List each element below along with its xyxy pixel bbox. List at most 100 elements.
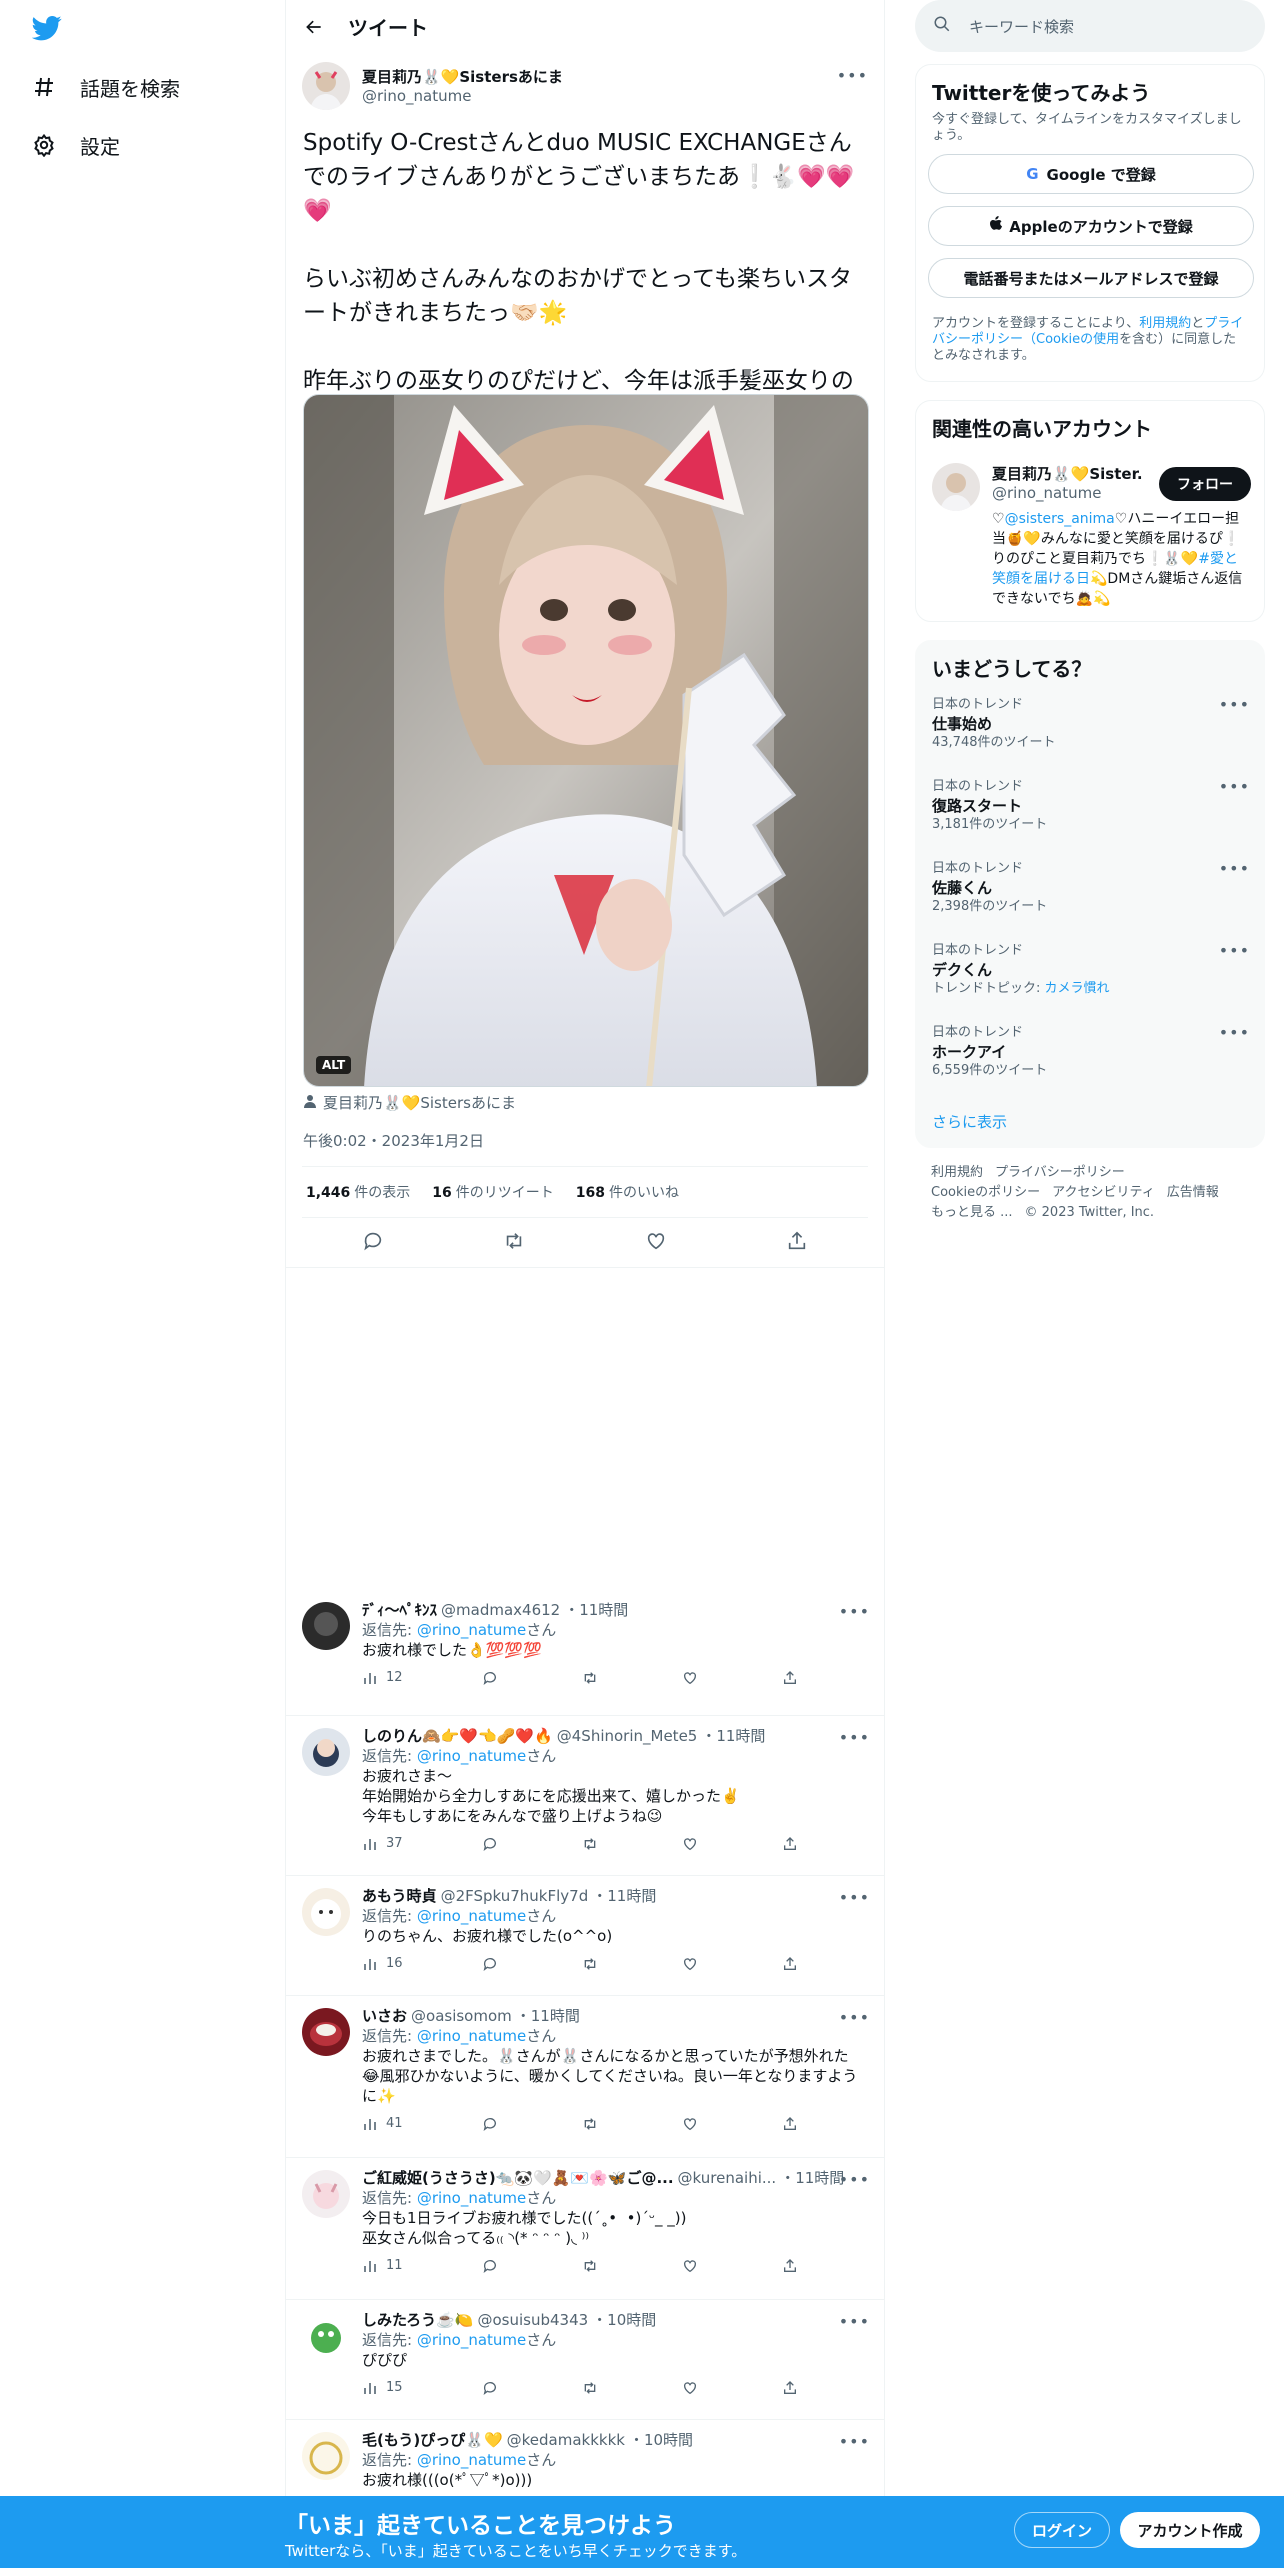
like-icon[interactable]	[682, 1956, 782, 1972]
tweet-photo[interactable]: ALT	[303, 394, 869, 1087]
share-icon[interactable]	[782, 1836, 798, 1852]
back-arrow-icon[interactable]	[296, 9, 332, 45]
nav-settings[interactable]: 設定	[30, 119, 120, 171]
retweet-icon[interactable]	[582, 2258, 682, 2274]
footer-cookie-link[interactable]: Cookieのポリシー	[931, 1185, 1040, 1200]
reply-item[interactable]: ご紅威姫(うさうさ)🐀🐼🤍🧸💌🌸🦋ご@... @kurenaihi... ・11時間…	[286, 2158, 884, 2300]
reply-author-name[interactable]: ﾃﾞｨ〜ﾍﾟｷﾝｽ	[362, 1600, 437, 1620]
reply-item[interactable]: しのりん🙈👉❤️👈🥜❤️🔥 @4Shinorin_Mete5 ・11時間 返信先: …	[286, 1716, 884, 1876]
google-signup-button[interactable]: G Google で登録	[928, 154, 1254, 194]
share-icon[interactable]	[782, 2380, 798, 2396]
reply-item[interactable]: あもう時貞 @2FSpku7hukFly7d ・11時間 返信先: @rino_na…	[286, 1876, 884, 1996]
reply-icon[interactable]	[482, 1836, 582, 1852]
retweet-icon[interactable]	[582, 2116, 682, 2132]
reply-avatar[interactable]	[302, 1728, 350, 1776]
more-options-icon[interactable]: •••	[839, 1888, 870, 1907]
share-icon[interactable]	[782, 1670, 798, 1686]
reply-author-name[interactable]: いさお	[362, 2006, 407, 2026]
reply-item[interactable]: しみたろう☕️🍋 @osuisub4343 ・10時間 返信先: @rino_nat…	[286, 2300, 884, 2420]
phone-signup-button[interactable]: 電話番号またはメールアドレスで登録	[928, 258, 1254, 298]
views-icon[interactable]: 37	[362, 1834, 482, 1854]
views-icon[interactable]: 41	[362, 2114, 482, 2134]
terms-link[interactable]: 利用規約	[1139, 316, 1191, 331]
reply-to-link[interactable]: @rino_natume	[417, 2451, 526, 2469]
reply-time[interactable]: ・10時間	[592, 2310, 656, 2330]
reply-time[interactable]: ・10時間	[629, 2430, 693, 2450]
trend-item[interactable]: 日本のトレンド デクくん トレンドトピック: カメラ慣れ •••	[932, 942, 1250, 998]
share-icon[interactable]	[782, 2258, 798, 2274]
reply-author-handle[interactable]: @4Shinorin_Mete5	[557, 1726, 698, 1746]
author-handle[interactable]: @rino_natume	[362, 87, 563, 105]
footer-more-link[interactable]: もっと見る ...	[931, 1205, 1013, 1220]
reply-author-name[interactable]: しのりん🙈👉❤️👈🥜❤️🔥	[362, 1726, 553, 1746]
more-options-icon[interactable]: •••	[1219, 860, 1250, 878]
reply-author-handle[interactable]: @osuisub4343	[477, 2310, 588, 2330]
views-icon[interactable]: 12	[362, 1668, 482, 1688]
views-icon[interactable]: 15	[362, 2378, 482, 2398]
nav-explore[interactable]: 話題を検索	[30, 61, 180, 113]
reply-author-handle[interactable]: @madmax4612	[441, 1600, 560, 1620]
reply-author-handle[interactable]: @kurenaihi...	[678, 2168, 777, 2188]
trend-item[interactable]: 日本のトレンド 佐藤くん 2,398件のツイート •••	[932, 860, 1250, 916]
login-button[interactable]: ログイン	[1014, 2512, 1110, 2548]
reply-author-name[interactable]: しみたろう☕️🍋	[362, 2310, 473, 2330]
reply-to-link[interactable]: @rino_natume	[417, 1907, 526, 1925]
reply-author-name[interactable]: あもう時貞	[362, 1886, 437, 1906]
reply-time[interactable]: ・11時間	[564, 1600, 628, 1620]
author-display-name[interactable]: 夏目莉乃🐰💛Sistersあにま	[362, 66, 563, 87]
like-icon[interactable]	[645, 1230, 667, 1256]
like-icon[interactable]	[682, 1670, 782, 1686]
reply-avatar[interactable]	[302, 2170, 350, 2218]
search-input[interactable]: キーワード検索	[969, 16, 1074, 37]
like-icon[interactable]	[682, 2258, 782, 2274]
reply-item[interactable]: いさお @oasisomom ・11時間 返信先: @rino_natumeさん お…	[286, 1996, 884, 2158]
reply-to-link[interactable]: @rino_natume	[417, 2189, 526, 2207]
tweet-timestamp[interactable]: 午後0:02・2023年1月2日	[303, 1130, 484, 1151]
follow-button[interactable]: フォロー	[1159, 467, 1251, 501]
signup-button[interactable]: アカウント作成	[1120, 2512, 1260, 2548]
reply-time[interactable]: ・11時間	[516, 2006, 580, 2026]
reply-avatar[interactable]	[302, 2312, 350, 2360]
share-icon[interactable]	[782, 2116, 798, 2132]
reply-author-handle[interactable]: @2FSpku7hukFly7d	[441, 1886, 589, 1906]
author-avatar[interactable]	[302, 62, 350, 110]
reply-icon[interactable]	[362, 1230, 384, 1256]
footer-ads-link[interactable]: 広告情報	[1167, 1185, 1219, 1200]
reply-icon[interactable]	[482, 2380, 582, 2396]
reply-time[interactable]: ・11時間	[592, 1886, 656, 1906]
footer-terms-link[interactable]: 利用規約	[931, 1165, 983, 1180]
footer-accessibility-link[interactable]: アクセシビリティ	[1052, 1185, 1155, 1200]
more-options-icon[interactable]: •••	[839, 2008, 870, 2027]
reply-author-name[interactable]: ご紅威姫(うさうさ)🐀🐼🤍🧸💌🌸🦋ご@...	[362, 2168, 674, 2188]
reply-to-link[interactable]: @rino_natume	[417, 1747, 526, 1765]
share-icon[interactable]	[782, 1956, 798, 1972]
reply-avatar[interactable]	[302, 1602, 350, 1650]
share-icon[interactable]	[786, 1230, 808, 1256]
retweet-icon[interactable]	[582, 1836, 682, 1852]
reply-to-link[interactable]: @rino_natume	[417, 2331, 526, 2349]
trend-topic-link[interactable]: カメラ慣れ	[1045, 981, 1110, 996]
reply-time[interactable]: ・11時間	[780, 2168, 844, 2188]
like-icon[interactable]	[682, 2116, 782, 2132]
twitter-logo-icon[interactable]	[31, 13, 62, 43]
reply-icon[interactable]	[482, 1670, 582, 1686]
more-options-icon[interactable]: •••	[839, 2432, 870, 2451]
trend-item[interactable]: 日本のトレンド 復路スタート 3,181件のツイート •••	[932, 778, 1250, 834]
retweets-stat[interactable]: 16 件のリツイート	[432, 1182, 553, 1202]
alt-badge[interactable]: ALT	[316, 1056, 352, 1074]
more-options-icon[interactable]: •••	[1219, 778, 1250, 796]
related-handle[interactable]: @rino_natume	[992, 484, 1142, 502]
more-options-icon[interactable]: •••	[839, 2170, 870, 2189]
trend-item[interactable]: 日本のトレンド 仕事始め 43,748件のツイート •••	[932, 696, 1250, 752]
reply-author-handle[interactable]: @kedamakkkkk	[507, 2430, 625, 2450]
views-icon[interactable]: 11	[362, 2256, 482, 2276]
footer-privacy-link[interactable]: プライバシーポリシー	[995, 1165, 1125, 1180]
more-options-icon[interactable]: •••	[1219, 942, 1250, 960]
views-icon[interactable]: 16	[362, 1954, 482, 1974]
like-icon[interactable]	[682, 1836, 782, 1852]
trend-item[interactable]: 日本のトレンド ホークアイ 6,559件のツイート •••	[932, 1024, 1250, 1080]
search-box[interactable]: キーワード検索	[915, 0, 1265, 52]
reply-time[interactable]: ・11時間	[701, 1726, 765, 1746]
like-icon[interactable]	[682, 2380, 782, 2396]
more-options-icon[interactable]: •••	[839, 1728, 870, 1747]
